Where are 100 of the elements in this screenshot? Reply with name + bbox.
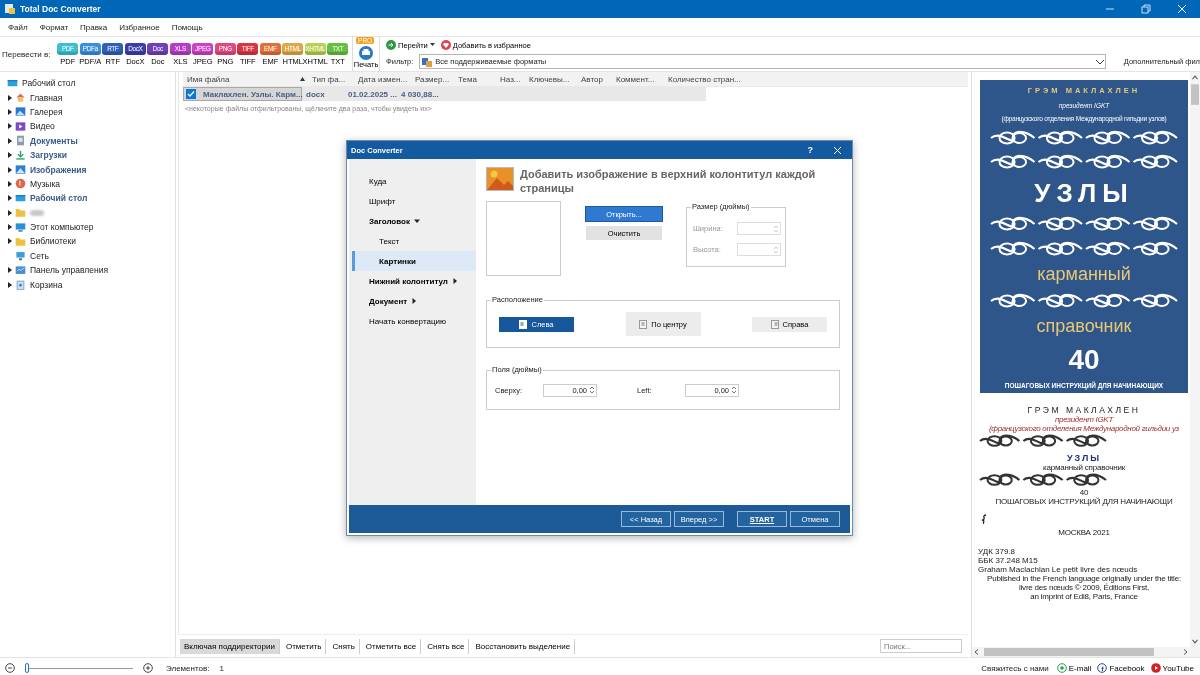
column-header[interactable]: Автор [577,72,612,86]
social-link[interactable]: E-mail [1056,663,1092,673]
toolbar-button[interactable]: Отметить [281,638,327,654]
tree-item[interactable]: Главная [30,92,63,103]
toolbar-button[interactable]: Включая поддиректории [180,638,280,654]
menu-item[interactable]: Помощь [165,22,209,32]
convert-label: Перевести в: [2,49,51,59]
social-link[interactable]: YouTube [1150,663,1194,673]
folder-icon [15,207,26,219]
toolbar-button[interactable]: Восстановить выделение [471,638,576,654]
nav-item[interactable]: Документ [352,291,476,311]
tree-item[interactable]: Изображения [30,164,87,175]
tree-item-icon [15,164,26,176]
zoom-out-icon[interactable] [5,663,15,673]
toolbar-button[interactable]: Отметить все [361,638,422,654]
app-icon [4,3,16,15]
tree-item[interactable]: Рабочий стол [22,78,76,89]
page-text: (французского отделения Международной гильдии уз [987,424,1181,433]
section-heading: Добавить изображение в верхний колонтитул каждой страницы [520,167,817,195]
column-header[interactable]: Количество стран... [664,72,746,86]
caret-icon [451,278,458,284]
tree-item-icon [15,221,26,233]
column-header[interactable]: Размер... [411,72,454,86]
help-button[interactable]: ? [807,145,813,155]
nav-item[interactable]: Текст [352,231,476,251]
tree-item[interactable]: Библиотеки [30,236,77,247]
page-text: an imprint of Edi8, Paris, France [1029,592,1139,601]
tree-item-icon [15,279,26,291]
spinner-arrows-icon[interactable] [589,385,595,395]
tree-item-icon [15,264,26,276]
printer-icon [358,46,375,60]
tree-item-icon [15,250,26,262]
menu-item[interactable]: Избранное [113,22,166,32]
tree-item[interactable]: Документы [30,135,78,146]
align-icon [770,319,779,329]
slider-thumb[interactable] [25,662,29,673]
sort-arrow-icon [300,77,305,81]
page-text: карманный справочник [1042,463,1126,472]
toolbar-button[interactable]: Снять все [423,638,470,654]
nav-item[interactable]: Куда [352,171,476,191]
tree-item[interactable]: Этот компьютер [30,222,94,233]
tree-item[interactable]: Видео [30,121,55,132]
align-icon [639,319,648,329]
social-link[interactable]: Facebook [1097,663,1145,673]
page-text: УЗЛЫ [1065,453,1103,463]
heart-icon [440,40,451,50]
menu-item[interactable]: Правка [74,22,114,32]
caret-icon [429,43,435,47]
restore-icon[interactable] [1140,3,1152,15]
close-icon[interactable] [833,145,842,155]
page-text: 40 [1078,488,1090,497]
nav-item[interactable]: Начать конвертацию [352,311,476,331]
page-text: ББК 37.248 M15 [978,556,1039,565]
file-types-icon [422,56,433,67]
spinner-arrows-icon[interactable] [731,385,737,395]
zoom-in-icon[interactable] [143,663,153,673]
items-label: Элементов: [166,663,210,673]
nav-item[interactable]: Заголовок [352,211,476,231]
column-header[interactable]: Тип фа... [308,72,354,86]
nav-item[interactable]: Картинки [352,251,476,271]
tree-item[interactable]: Рабочий стол [30,193,88,204]
tree-item-icon [15,178,26,190]
tree-item[interactable]: Сеть [30,250,49,261]
caret-icon [413,218,420,224]
column-header[interactable]: Коммент... [612,72,664,86]
tree-item-icon [15,106,26,118]
nav-item[interactable]: Нижний колонтитул [352,271,476,291]
tree-item[interactable]: Панель управления [30,265,109,276]
checkbox[interactable] [186,89,196,99]
tree-item-icon [15,135,26,147]
cover-text: 40 [1068,343,1100,376]
tree-item[interactable]: Галерея [30,106,63,117]
window-title: Total Doc Converter [20,4,102,14]
align-icon [519,319,528,329]
tree-item[interactable]: Корзина [30,279,63,290]
page-text: Published in the French language originally under the title: [986,574,1182,583]
toolbar-button[interactable]: Снять [328,638,360,654]
caret-icon [411,298,418,304]
items-count: 1 [219,663,224,673]
column-header[interactable]: Имя файла [183,72,308,86]
column-header[interactable]: Ключевы... [525,72,577,86]
page-text: ПОШАГОВЫХ ИНСТРУКЦИЙ ДЛЯ НАЧИНАЮЩИ [994,497,1174,506]
page-text: Graham Maclachlan Le petit livre des nœuds [978,565,1139,574]
tree-item-icon [15,149,26,161]
folder-icon [15,236,26,247]
page-text: ГРЭМ МАКЛАХЛЕН [1026,405,1142,415]
cover-text: карманный [1037,264,1131,285]
column-header[interactable]: Наз... [496,72,525,86]
tree-item[interactable]: Загрузки [30,150,67,161]
menu-item[interactable]: Формат [33,22,75,32]
table-cell: Маклахлен. Узлы. Карм... [203,89,303,99]
page-text: президент IGKT [1054,415,1115,424]
close-icon[interactable] [1176,3,1188,15]
column-header[interactable]: Дата измен... [354,72,411,86]
tree-item[interactable]: Музыка [30,178,61,189]
nav-item[interactable]: Шрифт [352,191,476,211]
tree-item-icon [15,120,26,132]
check-icon [187,90,195,98]
menu-item[interactable]: Файл [2,22,34,32]
column-header[interactable]: Тема [454,72,496,86]
